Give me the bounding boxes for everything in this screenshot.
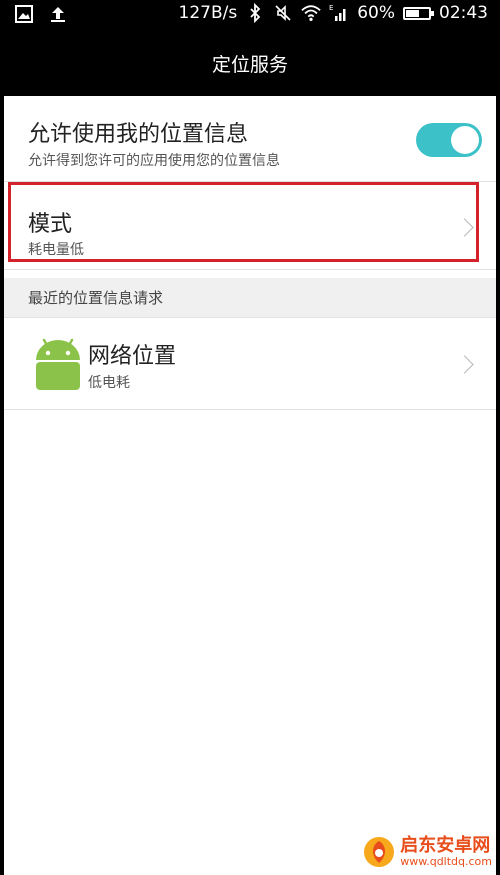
location-access-toggle[interactable]	[416, 123, 482, 157]
recent-requests-header: 最近的位置信息请求	[4, 278, 496, 318]
network-speed: 127B/s	[178, 3, 238, 23]
watermark-url: www.qdltdq.com	[400, 855, 492, 868]
bluetooth-icon	[250, 3, 261, 23]
chevron-right-icon	[455, 355, 474, 374]
watermark-name: 启东安卓网	[400, 835, 491, 856]
watermark: 启东安卓网 www.qdltdq.com	[362, 835, 492, 869]
battery-percent: 60%	[357, 3, 395, 23]
signal-type-label: E	[329, 4, 333, 12]
location-access-title: 允许使用我的位置信息	[28, 122, 249, 147]
settings-content: 允许使用我的位置信息 允许得到您许可的应用使用您的位置信息 模式 耗电量低 最近…	[4, 96, 496, 875]
request-app-name: 网络位置	[88, 344, 177, 369]
location-access-row[interactable]: 允许使用我的位置信息 允许得到您许可的应用使用您的位置信息	[4, 96, 496, 182]
location-access-subtitle: 允许得到您许可的应用使用您的位置信息	[28, 153, 280, 169]
status-left-icons	[14, 4, 68, 24]
mode-row[interactable]: 模式 耗电量低	[4, 182, 496, 270]
title-bar: 定位服务	[0, 30, 500, 96]
picture-icon	[15, 5, 33, 23]
recent-requests-header-label: 最近的位置信息请求	[28, 289, 164, 307]
android-icon	[36, 338, 80, 390]
page-title: 定位服务	[211, 53, 288, 76]
mode-value: 耗电量低	[28, 242, 84, 258]
status-right-icons: 127B/s E 60% 02:43	[178, 3, 488, 23]
status-bar: 127B/s E 60% 02:43	[0, 0, 500, 30]
chevron-right-icon	[455, 218, 474, 237]
request-app-usage: 低电耗	[88, 375, 130, 391]
signal-icon: E	[329, 4, 346, 21]
battery-icon	[403, 6, 434, 20]
battery-level-fill	[406, 9, 419, 17]
clock: 02:43	[439, 3, 488, 23]
toggle-knob	[451, 126, 479, 154]
mode-title: 模式	[28, 212, 73, 237]
watermark-texts: 启东安卓网 www.qdltdq.com	[400, 836, 492, 868]
watermark-logo-icon	[364, 837, 395, 867]
list-item[interactable]: 网络位置 低电耗	[4, 318, 496, 410]
wifi-icon	[301, 5, 321, 21]
upload-icon	[51, 7, 65, 22]
mute-icon	[275, 5, 291, 21]
